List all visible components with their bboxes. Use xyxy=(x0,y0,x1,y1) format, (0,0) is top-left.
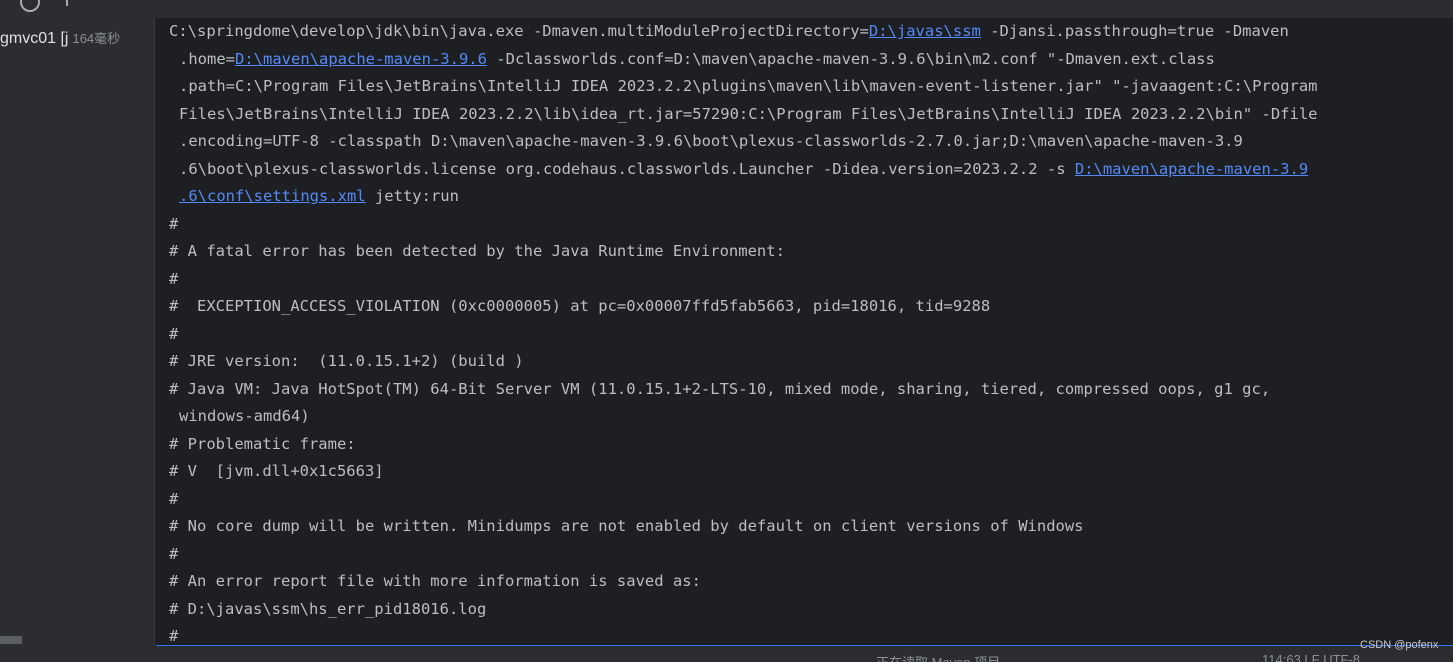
run-tree-item[interactable]: gmvc01 [j 164毫秒 xyxy=(0,28,120,50)
console-text: jetty:run xyxy=(365,187,459,205)
console-line: # EXCEPTION_ACCESS_VIOLATION (0xc0000005… xyxy=(169,293,1317,321)
console-line: # xyxy=(169,486,1317,514)
console-output[interactable]: C:\springdome\develop\jdk\bin\java.exe -… xyxy=(156,18,1453,645)
console-line: .encoding=UTF-8 -classpath D:\maven\apac… xyxy=(169,128,1317,156)
console-line: # Problematic frame: xyxy=(169,431,1317,459)
console-line: Files\JetBrains\IntelliJ IDEA 2023.2.2\l… xyxy=(169,101,1317,129)
console-text: # xyxy=(169,324,179,343)
top-toolbar xyxy=(0,0,1453,18)
console-line: # xyxy=(169,541,1317,569)
console-text: .home= xyxy=(179,49,235,68)
console-line: # A fatal error has been detected by the… xyxy=(169,238,1317,266)
console-text: # V [jvm.dll+0x1c5663] xyxy=(169,462,384,480)
console-text: .path=C:\Program Files\JetBrains\Intelli… xyxy=(179,77,1318,95)
background-process-status[interactable]: 正在读取 Maven 项目 xyxy=(876,652,1000,662)
console-line: # Java VM: Java HotSpot(TM) 64-Bit Serve… xyxy=(169,376,1317,404)
run-tree-panel: gmvc01 [j 164毫秒 xyxy=(0,18,155,648)
console-line: # xyxy=(169,266,1317,294)
console-text: # Problematic frame: xyxy=(169,434,356,453)
console-text: # xyxy=(169,544,179,563)
console-line: .path=C:\Program Files\JetBrains\Intelli… xyxy=(169,73,1317,101)
console-line: .6\boot\plexus-classworlds.license org.c… xyxy=(169,156,1317,184)
run-name: gmvc01 [j xyxy=(0,30,69,47)
console-text: .encoding=UTF-8 -classpath D:\maven\apac… xyxy=(179,132,1243,150)
console-line: # An error report file with more informa… xyxy=(169,568,1317,596)
console-text: Files\JetBrains\IntelliJ IDEA 2023.2.2\l… xyxy=(179,104,1318,123)
console-line: .6\conf\settings.xml jetty:run xyxy=(169,183,1317,211)
console-text: -Djansi.passthrough=true -Dmaven xyxy=(980,22,1289,40)
cursor-position-encoding[interactable]: 114:63 LF UTF-8 xyxy=(1262,652,1360,662)
console-line: # xyxy=(169,623,1317,645)
path-link[interactable]: D:\maven\apache-maven-3.9 xyxy=(1075,160,1308,178)
console-lines: C:\springdome\develop\jdk\bin\java.exe -… xyxy=(169,18,1317,645)
path-link[interactable]: D:\javas\ssm xyxy=(869,22,981,40)
console-line: # JRE version: (11.0.15.1+2) (build ) xyxy=(169,348,1317,376)
console-text: # EXCEPTION_ACCESS_VIOLATION (0xc0000005… xyxy=(169,297,991,315)
path-link[interactable]: .6\conf\settings.xml xyxy=(179,187,366,205)
toolbar-separator xyxy=(66,0,68,6)
console-text: # xyxy=(169,627,179,645)
console-text: -Dclassworlds.conf=D:\maven\apache-maven… xyxy=(486,49,1215,68)
console-line: .home=D:\maven\apache-maven-3.9.6 -Dclas… xyxy=(169,46,1317,74)
console-line: # D:\javas\ssm\hs_err_pid18016.log xyxy=(169,596,1317,624)
console-line: C:\springdome\develop\jdk\bin\java.exe -… xyxy=(169,18,1317,46)
rerun-icon[interactable] xyxy=(20,0,40,12)
console-text: C:\springdome\develop\jdk\bin\java.exe -… xyxy=(169,22,869,40)
console-line: windows-amd64) xyxy=(169,403,1317,431)
status-bar: 正在读取 Maven 项目 114:63 LF UTF-8 xyxy=(0,646,1453,662)
console-text: # Java VM: Java HotSpot(TM) 64-Bit Serve… xyxy=(169,379,1271,398)
console-text: # No core dump will be written. Minidump… xyxy=(169,517,1084,535)
console-line: # No core dump will be written. Minidump… xyxy=(169,513,1317,541)
console-text: # xyxy=(169,489,179,508)
run-duration: 164毫秒 xyxy=(72,31,121,46)
console-text: # JRE version: (11.0.15.1+2) (build ) xyxy=(169,352,524,370)
console-text: .6\boot\plexus-classworlds.license org.c… xyxy=(179,159,1075,178)
console-line: # xyxy=(169,321,1317,349)
console-line: # xyxy=(169,211,1317,239)
horizontal-scrollbar-thumb[interactable] xyxy=(0,636,22,644)
path-link[interactable]: D:\maven\apache-maven-3.9.6 xyxy=(235,50,487,68)
console-text: # xyxy=(169,269,179,288)
console-text: # An error report file with more informa… xyxy=(169,572,701,590)
console-text: windows-amd64) xyxy=(179,407,310,425)
console-text: # D:\javas\ssm\hs_err_pid18016.log xyxy=(169,599,487,618)
console-text: # xyxy=(169,214,179,233)
watermark: CSDN @pofenx xyxy=(1360,639,1439,651)
console-line: # V [jvm.dll+0x1c5663] xyxy=(169,458,1317,486)
console-text: # A fatal error has been detected by the… xyxy=(169,242,785,260)
